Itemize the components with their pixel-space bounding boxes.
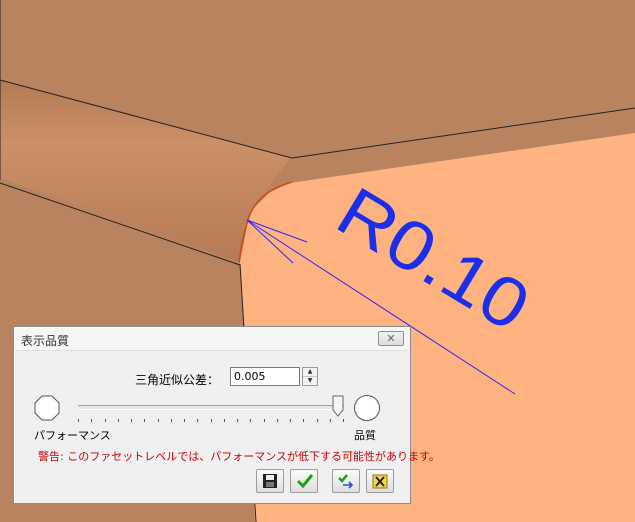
slider-tick (237, 419, 238, 422)
slider-tick (118, 419, 119, 422)
slider-tick (211, 419, 212, 422)
display-quality-dialog: 表示品質 ✕ 三角近似公差： ▲ ▼ パフォーマンス 品質 警告: このファセッ… (13, 326, 440, 504)
slider-tick (197, 419, 198, 422)
cancel-button[interactable] (366, 469, 394, 493)
apply-icon (338, 474, 354, 489)
tolerance-label: 三角近似公差： (135, 373, 220, 387)
slider-tick (303, 419, 304, 422)
close-button[interactable]: ✕ (378, 331, 404, 346)
save-icon (263, 474, 277, 488)
slider-tick (144, 419, 145, 422)
slider-tick (250, 419, 251, 422)
ok-button[interactable] (290, 469, 318, 493)
quality-slider-thumb[interactable] (332, 395, 344, 417)
tolerance-input[interactable] (230, 367, 300, 386)
slider-tick (277, 419, 278, 422)
cancel-icon (372, 474, 388, 489)
slider-tick (171, 419, 172, 422)
slider-tick (264, 419, 265, 422)
apply-button[interactable] (332, 469, 360, 493)
slider-tick (158, 419, 159, 422)
circle-icon (354, 395, 380, 421)
checkmark-icon (296, 474, 314, 489)
slider-tick (105, 419, 106, 422)
slider-tick (224, 419, 225, 422)
quality-label: 品質 (354, 429, 376, 442)
dialog-titlebar[interactable]: 表示品質 ✕ (15, 328, 409, 351)
slider-tick (131, 419, 132, 422)
spin-up-icon[interactable]: ▲ (303, 368, 317, 377)
close-icon: ✕ (386, 332, 396, 345)
dialog-title: 表示品質 (21, 334, 70, 348)
performance-label: パフォーマンス (34, 429, 111, 442)
slider-tick (330, 419, 331, 422)
save-button[interactable] (256, 469, 284, 493)
slider-tick (317, 419, 318, 422)
spin-down-icon[interactable]: ▼ (303, 377, 317, 385)
slider-tick (91, 419, 92, 422)
slider-tick (343, 419, 344, 422)
slider-ticks (78, 419, 344, 423)
quality-slider-track[interactable] (78, 405, 344, 410)
warning-text: 警告: このファセットレベルでは、パフォーマンスが低下する可能性があります。 (38, 450, 440, 463)
slider-tick (184, 419, 185, 422)
slider-tick (290, 419, 291, 422)
octagon-icon (34, 395, 60, 421)
tolerance-spinner[interactable]: ▲ ▼ (302, 367, 318, 386)
slider-tick (78, 419, 79, 422)
